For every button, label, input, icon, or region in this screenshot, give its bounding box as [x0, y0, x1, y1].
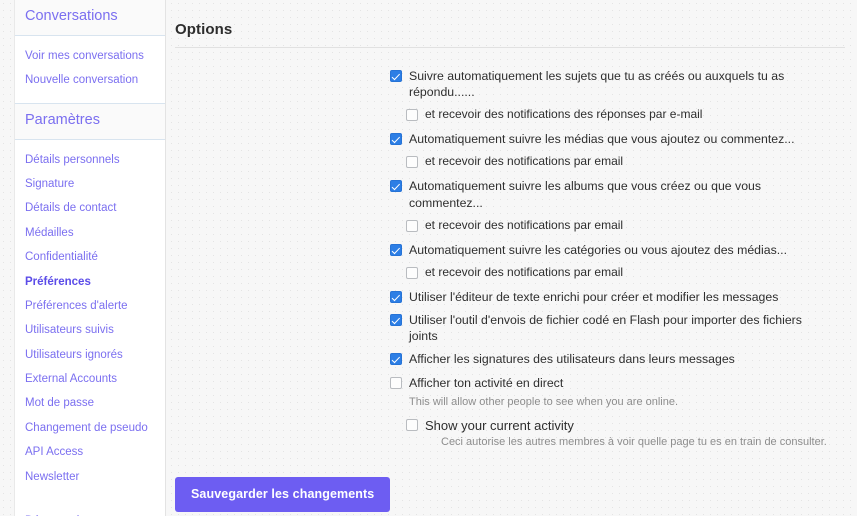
- sidebar-item-nouvelle-conversation[interactable]: Nouvelle conversation: [15, 68, 165, 92]
- sidebar-item-external-accounts[interactable]: External Accounts: [15, 367, 165, 391]
- option-hint: This will allow other people to see when…: [409, 395, 679, 408]
- sidebar-section: Paramètres Détails personnels Signature Dét…: [15, 102, 165, 516]
- option-row: Utiliser l'outil d'envois de fichier cod…: [390, 312, 845, 344]
- checkbox-unchecked-icon[interactable]: [406, 266, 418, 279]
- page-title: Options: [175, 21, 233, 38]
- checkbox-checked-icon[interactable]: [390, 313, 402, 326]
- options-list: Suivre automatiquement les sujets que tu…: [175, 48, 845, 449]
- checkbox-checked-icon[interactable]: [390, 133, 402, 146]
- sidebar-item-api-access[interactable]: API Access: [15, 440, 165, 464]
- page-root: Conversations Voir mes conversations Nouve…: [0, 0, 857, 516]
- option-row: Afficher les signatures des utilisateurs…: [390, 351, 845, 367]
- main-content: Options Suivre automatiquement les sujet…: [166, 0, 857, 513]
- sidebar-item-confidentialite[interactable]: Confidentialité: [15, 245, 165, 269]
- sidebar-item-medailles[interactable]: Médailles: [15, 221, 165, 245]
- checkbox-unchecked-icon[interactable]: [406, 156, 418, 169]
- option-row: et recevoir des notifications par email: [390, 154, 845, 170]
- option-label[interactable]: Afficher les signatures des utilisateurs…: [409, 351, 735, 367]
- option-label[interactable]: Afficher ton activité en direct: [409, 375, 563, 391]
- sidebar-item-signature[interactable]: Signature: [15, 172, 165, 196]
- sidebar-section-header: Paramètres: [15, 102, 165, 140]
- checkbox-checked-icon[interactable]: [390, 180, 402, 193]
- option-label[interactable]: Utiliser l'éditeur de texte enrichi pour…: [409, 289, 778, 305]
- checkbox-checked-icon[interactable]: [390, 243, 402, 256]
- option-label[interactable]: et recevoir des notifications par email: [425, 218, 623, 234]
- sidebar-item-utilisateurs-ignores[interactable]: Utilisateurs ignorés: [15, 343, 165, 367]
- checkbox-checked-icon[interactable]: [390, 70, 402, 82]
- sidebar-section-header: Conversations: [15, 0, 165, 36]
- checkbox-unchecked-icon[interactable]: [406, 109, 418, 122]
- checkbox-checked-icon[interactable]: [390, 290, 402, 303]
- option-label[interactable]: Automatiquement suivre les catégories ou…: [409, 242, 787, 258]
- sidebar-item-voir-mes-conversations[interactable]: Voir mes conversations: [15, 44, 165, 68]
- option-label[interactable]: Automatiquement suivre les albums que vo…: [409, 178, 824, 210]
- option-label[interactable]: Utiliser l'outil d'envois de fichier cod…: [409, 312, 824, 344]
- option-label[interactable]: et recevoir des notifications par email: [425, 154, 623, 170]
- sidebar-link-list: Détails personnels Signature Détails de co…: [15, 140, 165, 516]
- option-row: Afficher ton activité en direct: [390, 375, 845, 391]
- option-label[interactable]: et recevoir des notifications des répons…: [425, 107, 702, 123]
- sidebar-item-preferences-d-alerte[interactable]: Préférences d'alerte: [15, 294, 165, 318]
- sidebar-item-deconnexion[interactable]: Déconnexion: [15, 509, 165, 516]
- option-row: Utiliser l'éditeur de texte enrichi pour…: [390, 289, 845, 305]
- sidebar-item-changement-de-pseudo[interactable]: Changement de pseudo: [15, 416, 165, 440]
- option-label[interactable]: Automatiquement suivre les médias que vo…: [409, 131, 795, 147]
- sidebar-link-list: Voir mes conversations Nouvelle conversat…: [15, 36, 165, 103]
- option-row: et recevoir des notifications par email: [390, 265, 845, 281]
- sidebar-item-preferences[interactable]: Préférences: [15, 270, 165, 294]
- option-hint: Ceci autorise les autres membres à voir …: [441, 436, 827, 449]
- sidebar-item-mot-de-passe[interactable]: Mot de passe: [15, 391, 165, 415]
- sidebar: Conversations Voir mes conversations Nouve…: [14, 0, 166, 516]
- option-row: Show your current activity: [390, 417, 845, 434]
- sidebar-item-details-personnels[interactable]: Détails personnels: [15, 148, 165, 172]
- option-label[interactable]: et recevoir des notifications par email: [425, 265, 623, 281]
- checkbox-unchecked-icon[interactable]: [390, 376, 402, 389]
- option-row: Automatiquement suivre les médias que vo…: [390, 131, 845, 147]
- option-row: Suivre automatiquement les sujets que tu…: [390, 68, 845, 100]
- sidebar-item-utilisateurs-suivis[interactable]: Utilisateurs suivis: [15, 318, 165, 342]
- option-row: Automatiquement suivre les catégories ou…: [390, 242, 845, 258]
- save-changes-button[interactable]: Sauvegarder les changements: [175, 477, 391, 513]
- sidebar-item-newsletter[interactable]: Newsletter: [15, 465, 165, 489]
- checkbox-unchecked-icon[interactable]: [406, 419, 418, 432]
- checkbox-unchecked-icon[interactable]: [406, 219, 418, 232]
- option-label[interactable]: Suivre automatiquement les sujets que tu…: [409, 68, 824, 100]
- checkbox-checked-icon[interactable]: [390, 353, 402, 366]
- option-row: et recevoir des notifications des répons…: [390, 107, 845, 123]
- option-label[interactable]: Show your current activity: [425, 417, 574, 434]
- sidebar-item-details-de-contact[interactable]: Détails de contact: [15, 196, 165, 220]
- save-button-wrap: Sauvegarder les changements: [175, 457, 845, 513]
- sidebar-section: Conversations Voir mes conversations Nouve…: [15, 0, 165, 103]
- option-row: Automatiquement suivre les albums que vo…: [390, 178, 845, 210]
- option-row: et recevoir des notifications par email: [390, 218, 845, 234]
